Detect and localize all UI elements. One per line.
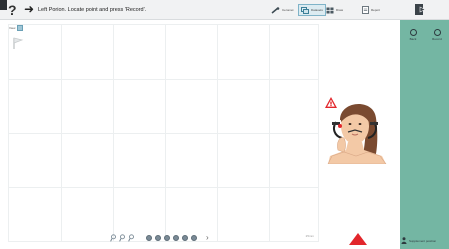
view-swatch-icon: [17, 25, 24, 31]
export-document-icon: [415, 3, 426, 15]
grid-line: [9, 79, 318, 80]
top-toolbar: ? ➜ Left Porion. Locate point and press …: [0, 0, 449, 20]
flag-pin-icon[interactable]: [12, 36, 24, 50]
menu-button[interactable]: [0, 0, 7, 10]
grid-line: [9, 133, 318, 134]
view-dot-button[interactable]: [182, 235, 188, 241]
view-dot-button[interactable]: [173, 235, 179, 241]
back-button[interactable]: Back: [406, 29, 420, 41]
circle-icon: [433, 29, 441, 36]
back-label: Back: [409, 37, 417, 41]
view-label: View: [9, 26, 16, 30]
footer-label: Supplement position: [409, 238, 437, 243]
layers-icon: [301, 6, 309, 14]
tool-label: Draw: [336, 8, 344, 12]
chevron-right-icon[interactable]: ›: [206, 234, 209, 242]
draw-tool-button[interactable]: Draw: [326, 4, 343, 16]
zoom-in-icon[interactable]: [110, 234, 116, 242]
record-label: Record: [432, 37, 442, 41]
view-dot-button[interactable]: [155, 235, 161, 241]
tool-label: Report: [371, 8, 381, 12]
right-action-panel: Back Record Supplement position: [400, 20, 449, 249]
view-dot-button[interactable]: [164, 235, 170, 241]
tool-label: Ceromet: [282, 8, 294, 12]
report-tool-button[interactable]: Report: [362, 4, 380, 16]
supplement-position-button[interactable]: Supplement position: [401, 237, 436, 244]
zoom-fit-icon[interactable]: [128, 234, 134, 242]
scale-label: 25mm: [305, 234, 314, 238]
warning-icon: [325, 97, 337, 108]
arrow-right-icon: ➜: [24, 2, 35, 16]
document-icon: [362, 6, 369, 14]
export-button[interactable]: [414, 3, 426, 15]
view-dot-button[interactable]: [191, 235, 197, 241]
person-icon: [401, 237, 407, 244]
datasets-tool-button[interactable]: Datasets: [298, 4, 326, 16]
ceromet-tool-button[interactable]: Ceromet: [271, 4, 294, 16]
measurement-canvas[interactable]: View 25mm: [8, 24, 319, 242]
zoom-out-icon[interactable]: [119, 234, 125, 242]
tool-label: Datasets: [311, 8, 323, 12]
circle-icon: [409, 29, 417, 36]
view-dot-button[interactable]: [146, 235, 152, 241]
instruction-text: Left Porion. Locate point and press 'Rec…: [38, 7, 147, 13]
view-selector[interactable]: View: [9, 25, 24, 31]
grid-icon: [326, 7, 334, 13]
app-window: ? ➜ Left Porion. Locate point and press …: [0, 0, 449, 249]
help-button[interactable]: ?: [8, 2, 20, 18]
ruler-icon: [271, 6, 280, 14]
red-up-arrow-icon: [349, 233, 367, 245]
grid-line: [9, 187, 318, 188]
record-button[interactable]: Record: [430, 29, 444, 41]
bottom-toolbar: ›: [110, 234, 209, 242]
